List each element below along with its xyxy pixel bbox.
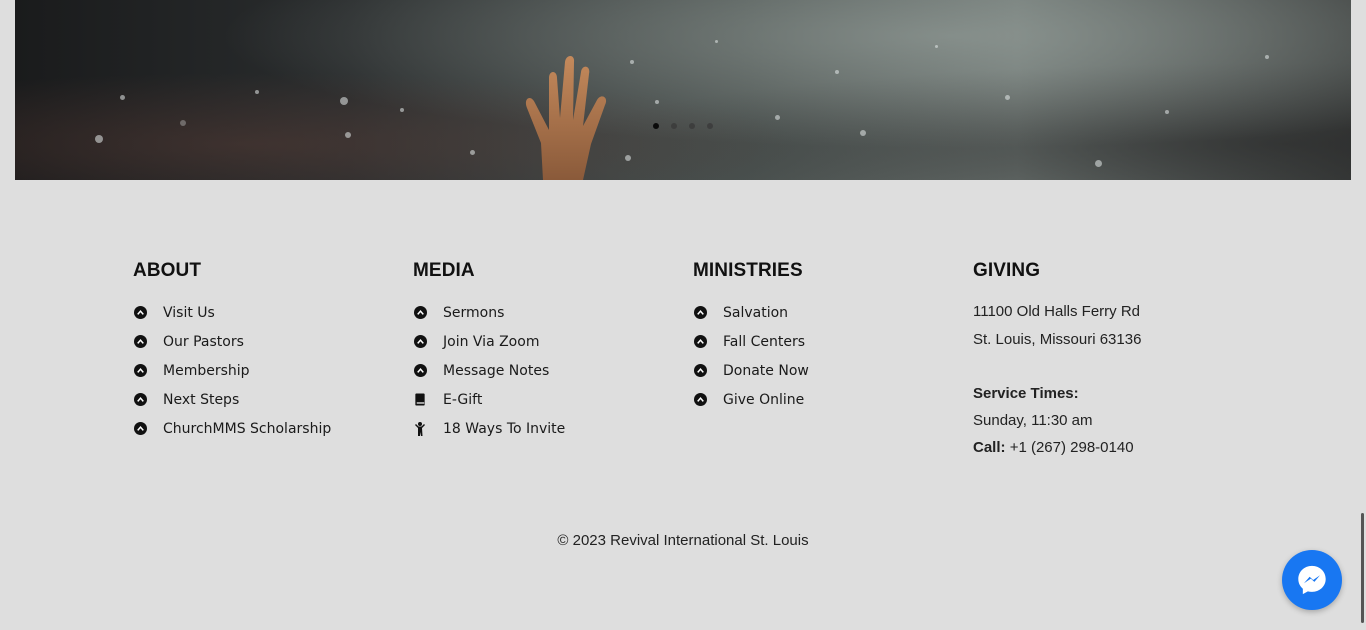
bokeh-particle: [470, 150, 475, 155]
bokeh-particle: [1265, 55, 1269, 59]
hero-slider: [15, 0, 1351, 180]
footer-link-e-gift[interactable]: E-Gift: [413, 385, 565, 414]
raised-hand-image: [525, 56, 607, 180]
circle-chevron-up-icon: [693, 335, 707, 349]
bokeh-particle: [1005, 95, 1010, 100]
footer-column-about: ABOUT Visit Us Our Pastors Membership Ne…: [133, 260, 331, 443]
circle-chevron-up-icon: [133, 306, 147, 320]
messenger-chat-button[interactable]: [1282, 550, 1342, 610]
call-label: Call:: [973, 439, 1006, 456]
bokeh-particle: [345, 132, 351, 138]
footer-link-fall-centers[interactable]: Fall Centers: [693, 327, 809, 356]
footer-link-label: Next Steps: [163, 391, 240, 408]
bokeh-particle: [1095, 160, 1102, 167]
slider-pagination: [651, 121, 714, 130]
bokeh-particle: [1165, 110, 1169, 114]
footer-link-salvation[interactable]: Salvation: [693, 298, 809, 327]
about-heading: ABOUT: [133, 260, 202, 281]
footer-link-our-pastors[interactable]: Our Pastors: [133, 327, 331, 356]
circle-chevron-up-icon: [133, 422, 147, 436]
bokeh-particle: [120, 95, 125, 100]
footer-link-label: Salvation: [723, 304, 789, 321]
circle-chevron-up-icon: [693, 306, 707, 320]
bokeh-particle: [835, 70, 839, 74]
bokeh-particle: [775, 115, 780, 120]
slider-dot[interactable]: [669, 121, 678, 130]
bokeh-particle: [860, 130, 866, 136]
footer-column-ministries: MINISTRIES Salvation Fall Centers Donate…: [693, 260, 809, 414]
circle-chevron-up-icon: [413, 306, 427, 320]
footer-link-message-notes[interactable]: Message Notes: [413, 356, 565, 385]
footer-link-give-online[interactable]: Give Online: [693, 385, 809, 414]
book-icon: [413, 393, 427, 407]
circle-chevron-up-icon: [413, 335, 427, 349]
media-links: Sermons Join Via Zoom Message Notes E-Gi…: [413, 298, 565, 443]
about-links: Visit Us Our Pastors Membership Next Ste…: [133, 298, 331, 443]
bokeh-particle: [180, 120, 186, 126]
messenger-icon: [1298, 565, 1326, 595]
bokeh-particle: [255, 90, 259, 94]
person-icon: [413, 421, 427, 436]
footer-link-next-steps[interactable]: Next Steps: [133, 385, 331, 414]
bokeh-particle: [400, 108, 404, 112]
slider-dot[interactable]: [651, 121, 660, 130]
footer-link-label: Sermons: [443, 304, 505, 321]
footer-link-label: ChurchMMS Scholarship: [163, 420, 332, 437]
page-scrollbar-thumb[interactable]: [1361, 513, 1364, 623]
copyright-text: © 2023 Revival International St. Louis: [557, 532, 809, 549]
circle-chevron-up-icon: [133, 335, 147, 349]
bokeh-particle: [630, 60, 634, 64]
footer-link-label: Message Notes: [443, 362, 550, 379]
footer-link-donate-now[interactable]: Donate Now: [693, 356, 809, 385]
footer-column-giving: GIVING 11100 Old Halls Ferry Rd St. Loui…: [973, 260, 1141, 461]
footer-link-label: Visit Us: [163, 304, 215, 321]
giving-heading: GIVING: [973, 260, 1041, 281]
circle-chevron-up-icon: [413, 364, 427, 378]
phone-number[interactable]: +1 (267) 298-0140: [1010, 439, 1134, 456]
footer-link-visit-us[interactable]: Visit Us: [133, 298, 331, 327]
slider-dot[interactable]: [705, 121, 714, 130]
footer-link-label: Membership: [163, 362, 250, 379]
bokeh-particle: [340, 97, 348, 105]
bokeh-particle: [655, 100, 659, 104]
footer-link-18-ways-to-invite[interactable]: 18 Ways To Invite: [413, 414, 565, 443]
bokeh-particle: [715, 40, 718, 43]
footer-link-label: Donate Now: [723, 362, 809, 379]
circle-chevron-up-icon: [693, 393, 707, 407]
footer-link-label: Give Online: [723, 391, 805, 408]
footer-link-churchmms-scholarship[interactable]: ChurchMMS Scholarship: [133, 414, 331, 443]
footer-link-label: E-Gift: [443, 391, 483, 408]
phone-row: Call: +1 (267) 298-0140: [973, 434, 1141, 461]
footer-link-membership[interactable]: Membership: [133, 356, 331, 385]
footer-link-label: Join Via Zoom: [443, 333, 540, 350]
site-footer: ABOUT Visit Us Our Pastors Membership Ne…: [0, 180, 1366, 630]
circle-chevron-up-icon: [133, 393, 147, 407]
bokeh-particle: [935, 45, 938, 48]
service-times-label: Service Times:: [973, 385, 1079, 402]
ministries-heading: MINISTRIES: [693, 260, 803, 281]
footer-link-label: Fall Centers: [723, 333, 805, 350]
circle-chevron-up-icon: [693, 364, 707, 378]
slider-dot[interactable]: [687, 121, 696, 130]
media-heading: MEDIA: [413, 260, 475, 281]
address-line-1: 11100 Old Halls Ferry Rd: [973, 303, 1141, 320]
address-line-2: St. Louis, Missouri 63136: [973, 331, 1142, 348]
bokeh-particle: [625, 155, 631, 161]
footer-link-label: 18 Ways To Invite: [443, 420, 566, 437]
service-time: Sunday, 11:30 am: [973, 412, 1093, 429]
circle-chevron-up-icon: [133, 364, 147, 378]
footer-link-join-via-zoom[interactable]: Join Via Zoom: [413, 327, 565, 356]
ministries-links: Salvation Fall Centers Donate Now Give O…: [693, 298, 809, 414]
footer-link-sermons[interactable]: Sermons: [413, 298, 565, 327]
bokeh-particle: [95, 135, 103, 143]
footer-link-label: Our Pastors: [163, 333, 244, 350]
footer-column-media: MEDIA Sermons Join Via Zoom Message Note…: [413, 260, 565, 443]
